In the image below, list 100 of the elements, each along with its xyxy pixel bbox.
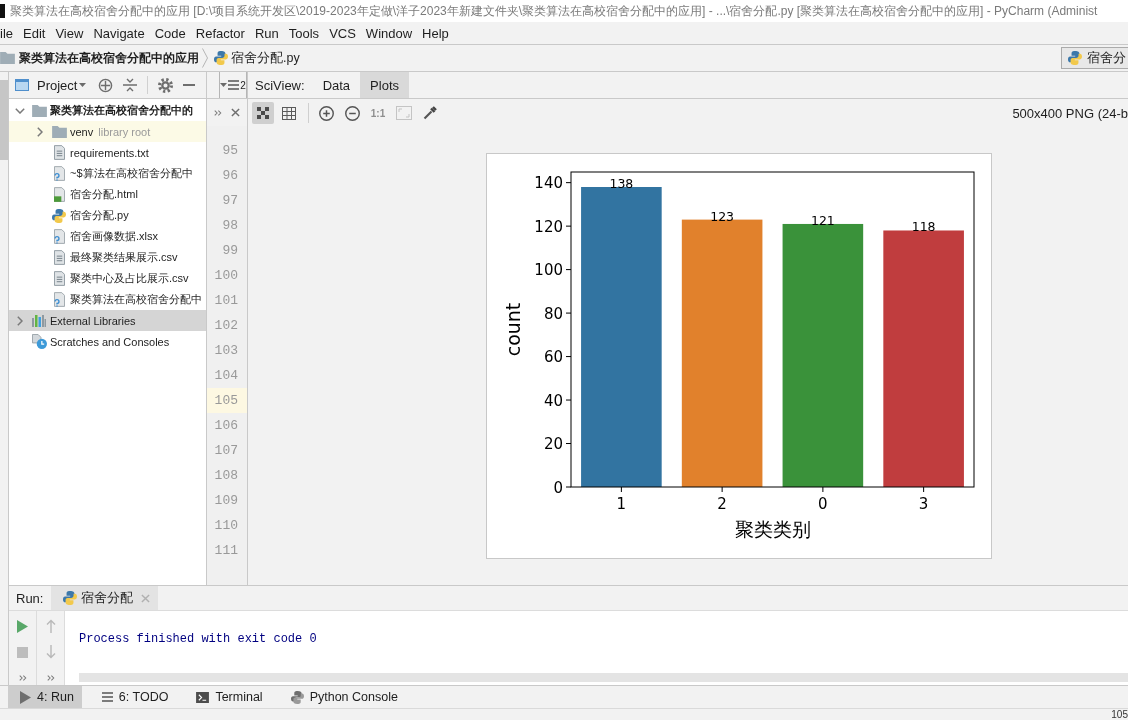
x-axis-label: 聚类类别 [734,518,811,540]
tree-item[interactable]: 宿舍画像数据.xlsx [9,226,206,247]
html-file-icon [53,187,65,202]
y-tick-label: 100 [534,261,563,280]
tree-item[interactable]: requirements.txt [9,142,206,163]
data-label: 123 [710,208,735,224]
line-number: 111 [213,542,239,560]
menu-item[interactable]: Code [149,25,191,41]
y-tick-label: 60 [543,348,563,367]
y-tick-label: 40 [543,391,563,410]
data-label: 138 [609,176,634,191]
y-axis-label: count [502,302,524,357]
eyedropper-icon [423,106,437,120]
y-tick-label: 80 [543,304,563,323]
double-chevron-icon[interactable] [214,109,222,116]
window-icon [15,79,29,91]
x-tick-label: 0 [818,495,828,513]
menu-item[interactable]: Help [417,25,454,41]
chevron-right-icon[interactable] [16,315,23,326]
tree-item[interactable]: 最终聚类结果展示.csv [9,247,206,268]
x-axis-tick: 2 [717,486,727,513]
tool-window-button[interactable]: Python Console [278,686,406,708]
folder-icon [51,125,67,138]
chevron-right-icon[interactable] [36,126,43,137]
python-file-icon [214,51,228,65]
y-axis-tick: 60 [543,348,572,367]
tab[interactable]: Data [312,72,361,98]
menu-item[interactable]: Run [249,25,284,41]
breadcrumb[interactable]: 宿舍分配.py [214,49,300,67]
list-icon [228,80,240,90]
data-label: 118 [911,219,936,235]
play-icon[interactable] [17,619,28,633]
tool-window-button[interactable]: 4: Run [8,686,82,708]
python-file-icon [1068,51,1082,65]
y-tick-label: 20 [543,435,563,454]
tree-item[interactable]: 聚类算法在高校宿舍分配中的 [9,100,206,121]
tab[interactable]: Plots [360,72,409,98]
tool-window-button[interactable]: Terminal [184,686,271,708]
line-number: 101 [213,292,239,310]
line-number: 96 [221,167,239,185]
tab-list-dropdown[interactable]: 2 [219,72,247,98]
console-output: Process finished with exit code 0 [78,631,318,648]
line-number: 109 [213,492,239,510]
menu-item[interactable]: Window [360,25,418,41]
app-icon [0,4,5,18]
line-number: 100 [213,267,239,285]
gear-icon[interactable] [158,77,174,93]
line-number: 105 [207,388,247,413]
tree-item[interactable]: Scratches and Consoles [9,331,206,352]
menu-item[interactable]: Navigate [88,25,150,41]
window-title: 聚类算法在高校宿舍分配中的应用 [D:\项目系统开发区\2019-2023年定做\洋子2023年新建文件夹\聚类算法在高校宿舍分配中的应用] - ...\宿舍分配.py [聚类算法在高校宿舍分配中的应用] - PyCharm (Administ [10,2,1098,20]
folder-icon [0,52,15,64]
table-icon [282,106,296,120]
scratches-icon [31,334,47,349]
menu-item[interactable]: View [50,25,89,41]
menu-item[interactable]: Edit [18,25,51,41]
menu-item[interactable]: ile [0,25,18,41]
menu-item[interactable]: Refactor [190,25,250,41]
minimize-icon[interactable] [183,84,196,86]
line-number: 102 [213,317,239,335]
tiles-button[interactable] [252,102,274,124]
line-number: 103 [213,342,239,360]
unknown-file-icon [53,166,65,181]
zoom-in-icon [318,105,334,121]
run-configuration-dropdown[interactable]: 宿舍分 [1061,47,1128,69]
chevron-icon [202,48,208,68]
tree-item[interactable]: 宿舍分配.py [9,205,206,226]
y-tick-label: 0 [553,478,563,497]
cursor-position: 105 [1111,709,1128,720]
y-axis-tick: 0 [553,478,572,497]
close-icon[interactable] [231,108,240,117]
line-number: 110 [213,517,239,535]
tool-window-button[interactable]: 6: TODO [89,686,177,708]
tree-item[interactable]: 宿舍分配.html [9,184,206,205]
chevron-down-icon[interactable] [14,107,25,114]
y-axis-tick: 40 [543,391,572,410]
run-tab[interactable]: 宿舍分配 [51,586,159,610]
tiles-icon [257,107,269,119]
menu-item[interactable]: Tools [283,25,325,41]
data-label: 121 [810,212,835,228]
panel-label: Run: [15,589,45,608]
y-axis-tick: 140 [534,174,572,193]
double-chevron-icon[interactable] [46,674,55,681]
line-number: 107 [213,442,239,460]
y-axis-tick: 100 [534,261,572,280]
double-chevron-icon[interactable] [18,674,27,681]
folder-icon [31,104,47,117]
tree-item[interactable]: ~$算法在高校宿舍分配中 [9,163,206,184]
x-axis-tick: 3 [918,486,929,513]
terminal-icon [196,691,210,703]
menu-item[interactable]: VCS [324,25,361,41]
crosshair-icon[interactable] [98,77,114,93]
tree-item[interactable]: venv library root [9,121,206,142]
y-axis-tick: 80 [543,304,572,323]
tree-item[interactable]: 聚类中心及占比展示.csv [9,268,206,289]
tree-item[interactable]: 聚类算法在高校宿舍分配中 [9,289,206,310]
collapse-icon[interactable] [123,78,138,92]
tree-item[interactable]: External Libraries [9,310,206,331]
scrollbar[interactable] [79,673,1128,682]
breadcrumb[interactable]: 聚类算法在高校宿舍分配中的应用 [0,49,199,67]
